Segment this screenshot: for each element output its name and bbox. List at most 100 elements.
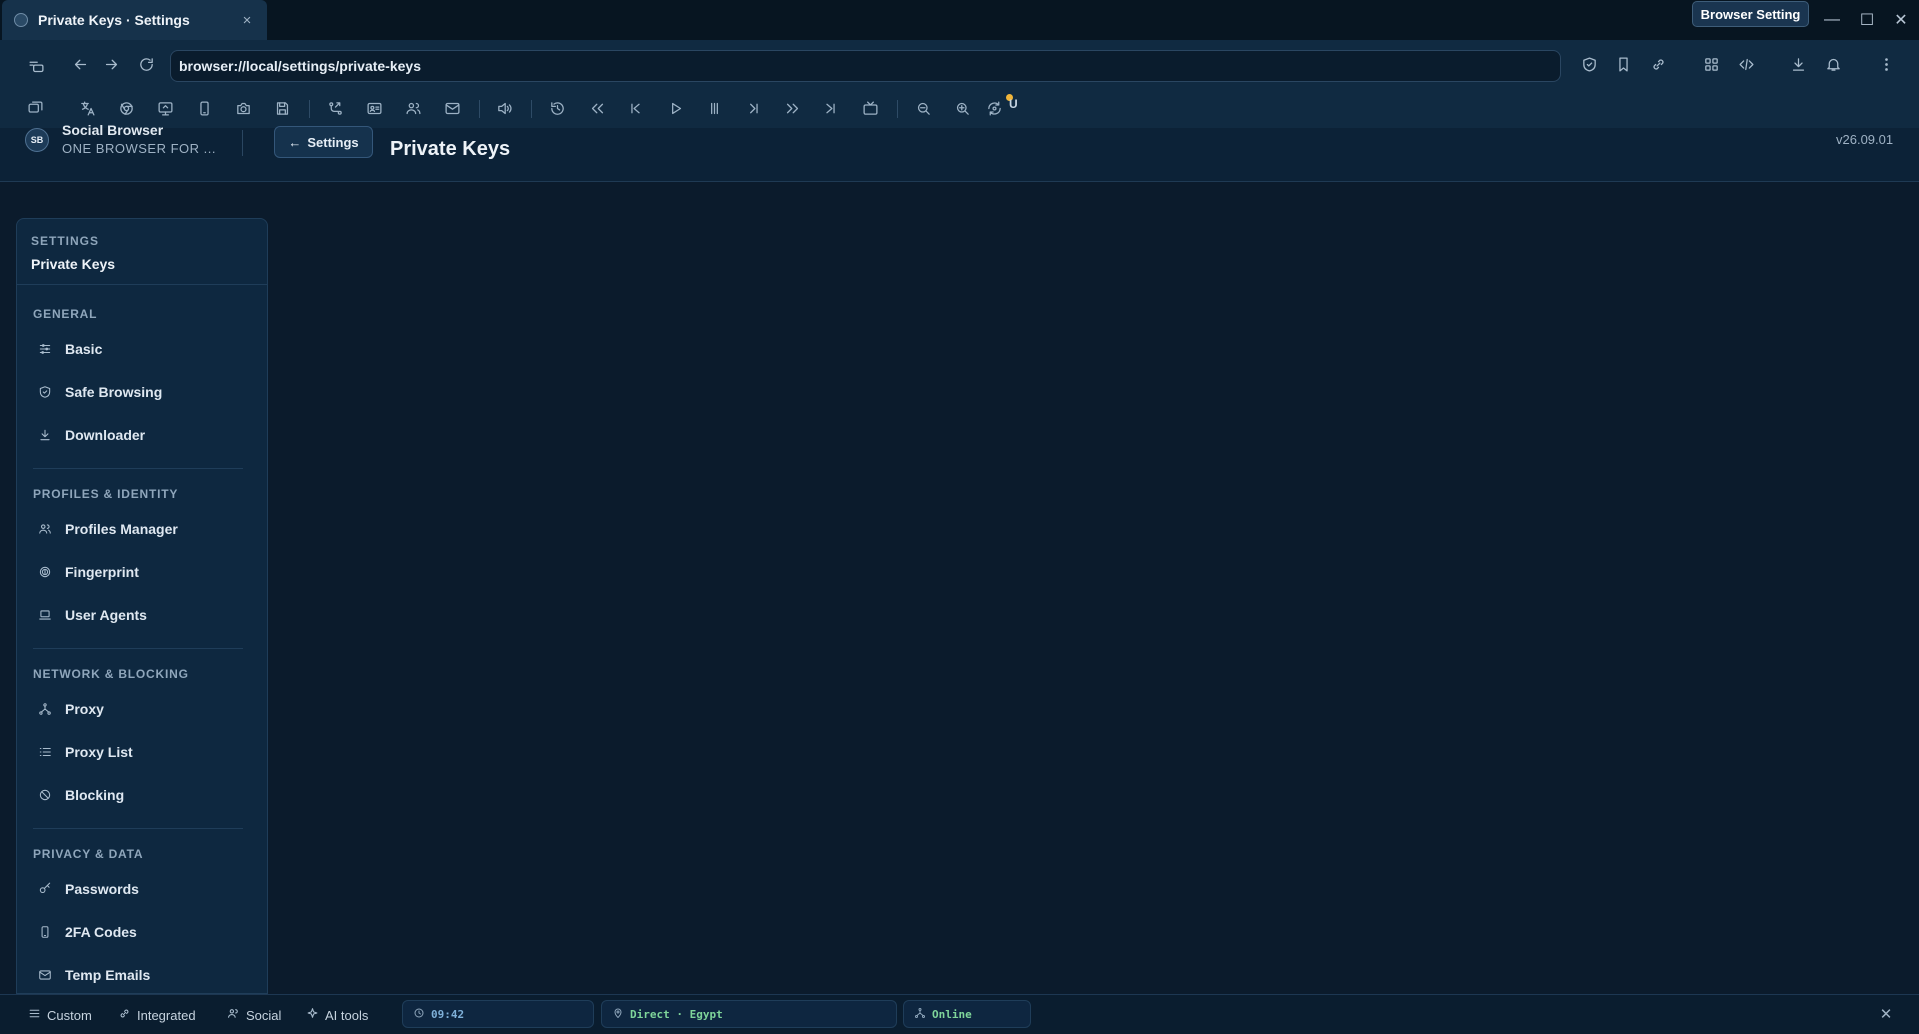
sidebar-item-basic[interactable]: Basic	[17, 327, 267, 370]
active-tab[interactable]: Private Keys · Settings ×	[2, 0, 267, 40]
sidebar-item-proxy-list[interactable]: Proxy List	[17, 730, 267, 773]
mobile-icon[interactable]	[192, 96, 216, 120]
chrome-icon[interactable]	[114, 96, 138, 120]
link-icon[interactable]	[1646, 52, 1670, 76]
version-label: v26.09.01	[1836, 132, 1894, 147]
id-card-icon[interactable]	[362, 96, 386, 120]
proxy-status: Direct · Egypt	[630, 1007, 723, 1021]
translate-icon[interactable]	[75, 96, 99, 120]
sidebar-item-label: Fingerprint	[65, 563, 139, 580]
browser-setting-button[interactable]: Browser Setting	[1692, 1, 1809, 27]
sliders-icon	[28, 1007, 41, 1023]
arrow-left-icon: ←	[288, 134, 302, 150]
sidebar-kicker: SETTINGS	[31, 234, 100, 248]
ai-tools-button[interactable]: AI tools	[298, 1001, 376, 1029]
connection-status: Online	[932, 1007, 972, 1021]
sidebar-item-profiles-manager[interactable]: Profiles Manager	[17, 507, 267, 550]
page-title: Private Keys	[390, 138, 511, 160]
reload-icon[interactable]	[134, 52, 158, 76]
users-icon	[227, 1007, 240, 1023]
sidebar-item-blocking[interactable]: Blocking	[17, 773, 267, 816]
toolbar-divider	[897, 100, 898, 118]
url-input[interactable]	[179, 58, 1552, 74]
clock-time: 09:42	[431, 1007, 465, 1021]
integrated-button[interactable]: Integrated	[110, 1001, 204, 1029]
history-icon[interactable]	[545, 96, 569, 120]
social-button[interactable]: Social	[219, 1001, 289, 1029]
sidebar-section-privacy: PRIVACY & DATA Passwords 2FA Codes Temp …	[17, 829, 267, 993]
sidebar-toggle-icon[interactable]	[24, 54, 48, 78]
fingerprint-icon	[37, 564, 53, 580]
address-row	[0, 40, 1919, 88]
tab-close-icon[interactable]: ×	[239, 12, 255, 29]
camera-icon[interactable]	[231, 96, 255, 120]
statusbar-close-icon[interactable]: ✕	[1875, 1003, 1897, 1025]
code-icon[interactable]	[1734, 52, 1758, 76]
sidebar-section-profiles: PROFILES & IDENTITY Profiles Manager Fin…	[17, 469, 267, 649]
zoom-in-icon[interactable]	[950, 96, 974, 120]
tv-icon[interactable]	[858, 96, 882, 120]
sidebar-item-downloader[interactable]: Downloader	[17, 413, 267, 456]
volume-icon[interactable]	[492, 96, 516, 120]
link-icon	[118, 1007, 131, 1023]
extensions-icon[interactable]	[1699, 52, 1723, 76]
sidebar-item-label: Profiles Manager	[65, 520, 178, 537]
sidebar-item-label: Safe Browsing	[65, 383, 163, 400]
minimize-icon[interactable]: —	[1820, 8, 1844, 32]
pause-icon[interactable]	[702, 96, 726, 120]
toolbar-divider	[479, 100, 480, 118]
toolbar-divider	[309, 100, 310, 118]
shield-icon[interactable]	[1577, 52, 1601, 76]
sidebar-item-passwords[interactable]: Passwords	[17, 867, 267, 910]
sidebar-item-2fa-codes[interactable]: 2FA Codes	[17, 910, 267, 953]
bookmark-icon[interactable]	[1611, 52, 1635, 76]
play-icon[interactable]	[663, 96, 687, 120]
custom-button[interactable]: Custom	[20, 1001, 100, 1029]
sidebar-item-temp-emails[interactable]: Temp Emails	[17, 953, 267, 993]
sidebar-item-label: Proxy	[65, 700, 104, 717]
window-close-icon[interactable]: ✕	[1889, 8, 1913, 32]
bell-icon[interactable]	[1821, 52, 1845, 76]
sidebar-item-label: Temp Emails	[65, 966, 151, 983]
network-icon	[37, 701, 53, 717]
shield-check-icon	[37, 384, 53, 400]
url-bar[interactable]	[170, 50, 1561, 82]
skip-back-icon[interactable]	[623, 96, 647, 120]
social-label: Social	[246, 1007, 282, 1023]
screen-share-icon[interactable]	[153, 96, 177, 120]
sidebar-header: SETTINGS Private Keys	[17, 219, 267, 285]
section-title: PRIVACY & DATA	[33, 847, 144, 861]
rewind-icon[interactable]	[585, 96, 609, 120]
download-icon[interactable]	[1786, 52, 1810, 76]
connection-pill: Online	[903, 1000, 1031, 1028]
sidebar-item-label: User Agents	[65, 606, 147, 623]
save-icon[interactable]	[270, 96, 294, 120]
page-header: SB Social Browser ONE BROWSER FOR ... ← …	[0, 122, 1919, 182]
proxy-pill[interactable]: Direct · Egypt	[601, 1000, 897, 1028]
sidebar-item-user-agents[interactable]: User Agents	[17, 593, 267, 636]
sidebar-item-safe-browsing[interactable]: Safe Browsing	[17, 370, 267, 413]
menu-icon[interactable]	[1874, 52, 1898, 76]
sidebar-item-proxy[interactable]: Proxy	[17, 687, 267, 730]
windows-icon[interactable]	[23, 96, 47, 120]
section-title: GENERAL	[33, 307, 98, 321]
sidebar-current-page: Private Keys	[31, 256, 116, 272]
mail-icon[interactable]	[440, 96, 464, 120]
users-icon[interactable]	[401, 96, 425, 120]
maximize-icon[interactable]: ☐	[1855, 8, 1879, 32]
back-icon[interactable]	[68, 52, 92, 76]
sliders-icon	[37, 341, 53, 357]
key-icon	[37, 881, 53, 897]
brand-name: Social Browser	[62, 122, 164, 138]
forward-icon[interactable]	[99, 52, 123, 76]
zoom-out-icon[interactable]	[911, 96, 935, 120]
fast-forward-icon[interactable]	[780, 96, 804, 120]
route-icon[interactable]	[323, 96, 347, 120]
sidebar-item-fingerprint[interactable]: Fingerprint	[17, 550, 267, 593]
skip-forward-icon[interactable]	[818, 96, 842, 120]
list-icon	[37, 744, 53, 760]
back-to-settings-button[interactable]: ← Settings	[274, 126, 373, 158]
tab-title: Private Keys · Settings	[38, 12, 190, 28]
step-forward-icon[interactable]	[741, 96, 765, 120]
sync-icon[interactable]	[982, 96, 1006, 120]
